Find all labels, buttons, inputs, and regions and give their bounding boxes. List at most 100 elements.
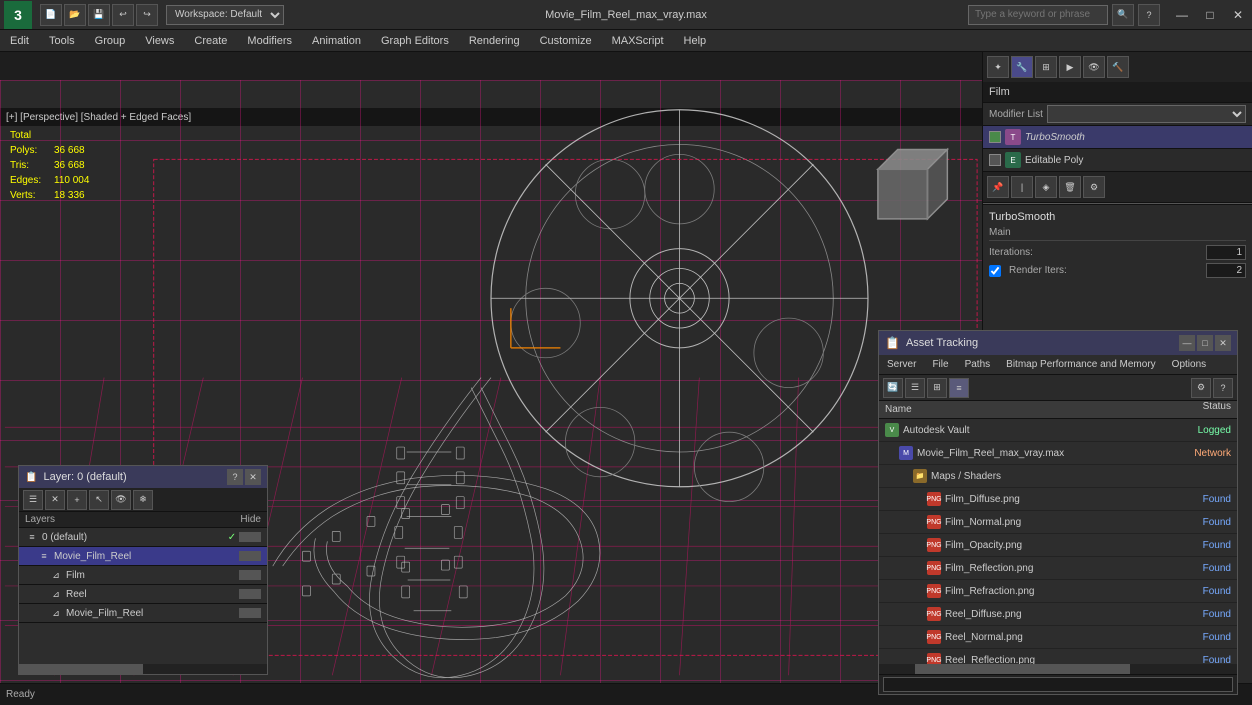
- configure-btn[interactable]: ⚙: [1083, 176, 1105, 198]
- menu-graph-editors[interactable]: Graph Editors: [371, 30, 459, 52]
- lp-row-vis-1[interactable]: [239, 551, 261, 561]
- at-menu-file[interactable]: File: [924, 355, 956, 375]
- at-row-0[interactable]: V Autodesk Vault Logged: [879, 419, 1237, 442]
- at-row-icon-9: PNG: [927, 630, 941, 644]
- modifier-list-dropdown[interactable]: [1047, 105, 1246, 123]
- rpanel-motion-icon[interactable]: ▶: [1059, 56, 1081, 78]
- menu-create[interactable]: Create: [184, 30, 237, 52]
- at-row-4[interactable]: PNG Film_Normal.png Found: [879, 511, 1237, 534]
- lp-row-vis-0[interactable]: [239, 532, 261, 542]
- lp-scrollbar-thumb[interactable]: [19, 664, 143, 674]
- at-refresh-btn[interactable]: 🔄: [883, 378, 903, 398]
- at-row-1[interactable]: M Movie_Film_Reel_max_vray.max Network: [879, 442, 1237, 465]
- at-scrollbar-thumb[interactable]: [915, 664, 1130, 674]
- menu-modifiers[interactable]: Modifiers: [237, 30, 302, 52]
- rpanel-utility-icon[interactable]: 🔨: [1107, 56, 1129, 78]
- at-minimize-btn[interactable]: —: [1179, 335, 1195, 351]
- lp-row-0[interactable]: ≡ 0 (default) ✓: [19, 528, 267, 547]
- at-detail-btn[interactable]: ≡: [949, 378, 969, 398]
- at-row-5[interactable]: PNG Film_Opacity.png Found: [879, 534, 1237, 557]
- lp-row-4[interactable]: ⊿ Movie_Film_Reel: [19, 604, 267, 623]
- at-close-btn[interactable]: ✕: [1215, 335, 1231, 351]
- lp-help-btn[interactable]: ?: [227, 469, 243, 485]
- show-end-btn[interactable]: |: [1011, 176, 1033, 198]
- editpoly-checkbox[interactable]: [989, 154, 1001, 166]
- modifier-turbosmooth[interactable]: T TurboSmooth: [983, 126, 1252, 149]
- at-scrollbar[interactable]: [879, 664, 1237, 674]
- at-row-status-8: Found: [1157, 609, 1237, 620]
- new-btn[interactable]: 📄: [40, 4, 62, 26]
- ts-renderiters-input[interactable]: [1206, 263, 1246, 278]
- workspace-select[interactable]: Workspace: Default: [166, 5, 284, 25]
- rpanel-display-icon[interactable]: 👁: [1083, 56, 1105, 78]
- at-maximize-btn[interactable]: □: [1197, 335, 1213, 351]
- menu-group[interactable]: Group: [85, 30, 136, 52]
- undo-btn[interactable]: ↩: [112, 4, 134, 26]
- save-btn[interactable]: 💾: [88, 4, 110, 26]
- at-row-status-3: Found: [1157, 494, 1237, 505]
- at-row-10[interactable]: PNG Reel_Reflection.png Found: [879, 649, 1237, 664]
- menu-rendering[interactable]: Rendering: [459, 30, 530, 52]
- at-row-name-10: Reel_Reflection.png: [945, 655, 1035, 665]
- at-menubar: Server File Paths Bitmap Performance and…: [879, 355, 1237, 375]
- at-row-6[interactable]: PNG Film_Reflection.png Found: [879, 557, 1237, 580]
- redo-btn[interactable]: ↪: [136, 4, 158, 26]
- menu-tools[interactable]: Tools: [39, 30, 85, 52]
- at-grid-btn[interactable]: ⊞: [927, 378, 947, 398]
- at-menu-options[interactable]: Options: [1164, 355, 1214, 375]
- at-status-input[interactable]: [883, 677, 1233, 692]
- at-row-2[interactable]: 📁 Maps / Shaders: [879, 465, 1237, 488]
- at-list-btn[interactable]: ☰: [905, 378, 925, 398]
- lp-row-3[interactable]: ⊿ Reel: [19, 585, 267, 604]
- at-toolbar: 🔄 ☰ ⊞ ≡ ⚙ ?: [879, 375, 1237, 401]
- modifier-editable-poly[interactable]: E Editable Poly: [983, 149, 1252, 172]
- at-row-3[interactable]: PNG Film_Diffuse.png Found: [879, 488, 1237, 511]
- lp-hide-btn[interactable]: 👁: [111, 490, 131, 510]
- lp-add-btn[interactable]: +: [67, 490, 87, 510]
- at-menu-paths[interactable]: Paths: [957, 355, 999, 375]
- ts-iterations-input[interactable]: [1206, 245, 1246, 260]
- menu-animation[interactable]: Animation: [302, 30, 371, 52]
- at-row-7[interactable]: PNG Film_Refraction.png Found: [879, 580, 1237, 603]
- menu-customize[interactable]: Customize: [530, 30, 602, 52]
- lp-close-btn[interactable]: ✕: [245, 469, 261, 485]
- rpanel-hierarchy-icon[interactable]: ⊞: [1035, 56, 1057, 78]
- at-cell-name-7: PNG Film_Refraction.png: [879, 582, 1157, 600]
- minimize-btn[interactable]: —: [1168, 1, 1196, 29]
- rpanel-create-icon[interactable]: ✦: [987, 56, 1009, 78]
- rpanel-modify-icon[interactable]: 🔧: [1011, 56, 1033, 78]
- lp-row-1[interactable]: ≡ Movie_Film_Reel: [19, 547, 267, 566]
- search-btn[interactable]: 🔍: [1112, 4, 1134, 26]
- at-row-8[interactable]: PNG Reel_Diffuse.png Found: [879, 603, 1237, 626]
- remove-mod-btn[interactable]: 🗑: [1059, 176, 1081, 198]
- at-help-btn[interactable]: ?: [1213, 378, 1233, 398]
- at-menu-bitmap-performance[interactable]: Bitmap Performance and Memory: [998, 355, 1164, 375]
- pin-stack-btn[interactable]: 📌: [987, 176, 1009, 198]
- menu-maxscript[interactable]: MAXScript: [602, 30, 674, 52]
- menu-edit[interactable]: Edit: [0, 30, 39, 52]
- at-row-icon-6: PNG: [927, 561, 941, 575]
- at-settings-btn[interactable]: ⚙: [1191, 378, 1211, 398]
- at-statusbar: [879, 674, 1237, 694]
- menu-help[interactable]: Help: [674, 30, 717, 52]
- menu-views[interactable]: Views: [135, 30, 184, 52]
- at-row-9[interactable]: PNG Reel_Normal.png Found: [879, 626, 1237, 649]
- lp-row-vis-3[interactable]: [239, 589, 261, 599]
- lp-delete-btn[interactable]: ✕: [45, 490, 65, 510]
- lp-row-2[interactable]: ⊿ Film: [19, 566, 267, 585]
- lp-row-vis-2[interactable]: [239, 570, 261, 580]
- at-menu-server[interactable]: Server: [879, 355, 924, 375]
- turbosmooth-checkbox[interactable]: [989, 131, 1001, 143]
- ts-renderiters-checkbox[interactable]: [989, 265, 1001, 277]
- lp-new-btn[interactable]: ☰: [23, 490, 43, 510]
- help-btn[interactable]: ?: [1138, 4, 1160, 26]
- make-unique-btn[interactable]: ◈: [1035, 176, 1057, 198]
- lp-freeze-btn[interactable]: ❄: [133, 490, 153, 510]
- lp-scrollbar[interactable]: [19, 664, 267, 674]
- lp-select-btn[interactable]: ↖: [89, 490, 109, 510]
- close-btn[interactable]: ✕: [1224, 1, 1252, 29]
- open-btn[interactable]: 📂: [64, 4, 86, 26]
- lp-row-vis-4[interactable]: [239, 608, 261, 618]
- maximize-btn[interactable]: □: [1196, 1, 1224, 29]
- search-input[interactable]: [968, 5, 1108, 25]
